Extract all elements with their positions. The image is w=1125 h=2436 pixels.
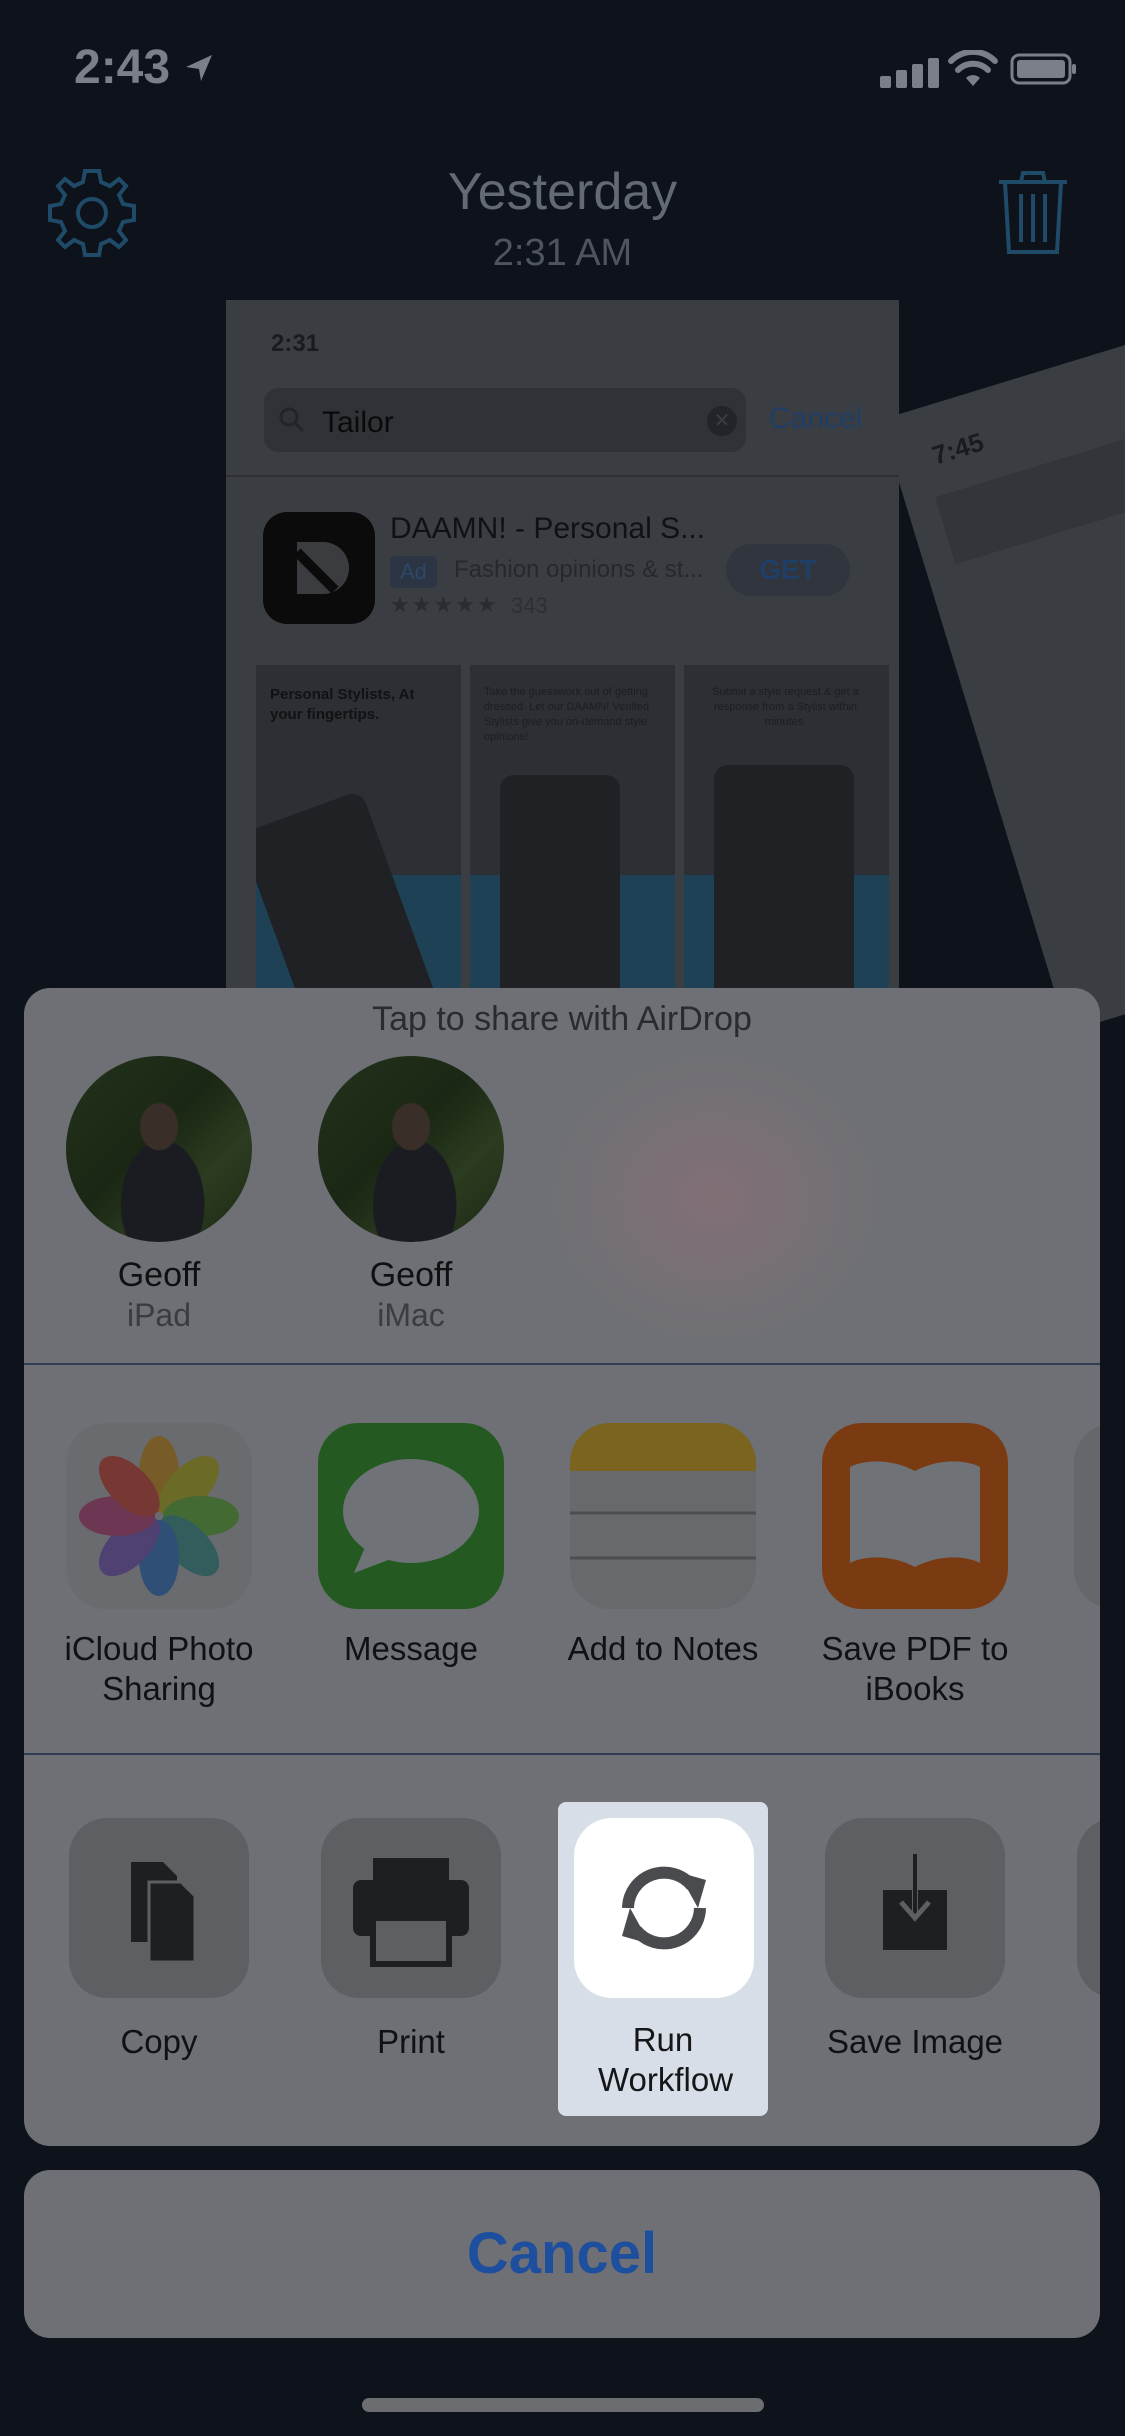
screenshot-search-field: Tailor ✕ <box>264 388 746 452</box>
share-app-add-to-notes[interactable]: Add to Notes <box>548 1423 778 1669</box>
action-label: to <box>1052 2062 1100 2102</box>
battery-icon <box>1010 53 1076 85</box>
screenshot-cancel: Cancel <box>769 402 863 435</box>
action-copy[interactable]: Copy <box>44 1818 274 2062</box>
sheet-glow <box>544 1048 884 1348</box>
screenshot-app-name: DAAMN! - Personal S... <box>390 512 706 545</box>
share-sheet: Tap to share with AirDrop Geoff iPad Geo… <box>24 988 1100 2146</box>
contact-device: iMac <box>377 1297 445 1333</box>
promo-3-phone <box>714 765 854 1020</box>
workflow-icon <box>622 1866 706 1950</box>
screenshot-divider <box>226 475 899 477</box>
header-subtitle: 2:31 AM <box>492 232 633 274</box>
promo-2-text: Take the guesswork out of getting dresse… <box>484 686 650 743</box>
rating-count: 343 <box>511 593 548 618</box>
save-image-icon <box>825 1818 1005 1998</box>
share-app-save-pdf-to-ibooks[interactable]: Save PDF to iBooks <box>800 1423 1030 1709</box>
wifi-icon <box>948 50 998 86</box>
status-time: 2:43 <box>74 41 171 94</box>
promo-screenshot-1: Personal Stylists, At your fingertips. <box>256 665 461 1020</box>
share-app-label: Save PDF to iBooks <box>821 1630 1009 1707</box>
contact-name: Geoff <box>117 1256 201 1294</box>
avatar <box>318 1056 504 1242</box>
share-app-label: iCloud Photo Sharing <box>64 1630 254 1707</box>
ad-badge: Ad <box>390 556 437 588</box>
ibooks-icon <box>822 1423 1008 1609</box>
rating-stars: ★★★★★ <box>390 592 499 617</box>
header-title: Yesterday <box>447 163 678 221</box>
screenshot-search-text: Tailor <box>322 406 394 439</box>
action-label: Copy <box>120 2023 198 2060</box>
home-indicator[interactable] <box>362 2398 764 2412</box>
action-run-workflow[interactable] <box>574 1818 754 1998</box>
share-app-icloud-photo-sharing[interactable]: iCloud Photo Sharing <box>44 1423 274 1709</box>
secondary-screenshot-preview: 7:45 <box>880 332 1125 1033</box>
section-divider <box>24 1363 1100 1365</box>
promo-1-text: Personal Stylists, At your fingertips. <box>270 686 415 723</box>
action-save-image[interactable]: Save Image <box>800 1818 1030 2062</box>
screenshot-time: 2:31 <box>271 330 320 357</box>
action-label: Run Workflow <box>598 2021 734 2098</box>
action-partial[interactable]: to <box>1052 1818 1100 2102</box>
screenshot-app-subtitle: Fashion opinions & st... <box>454 556 704 583</box>
search-icon <box>279 407 305 433</box>
promo-3-text: Submit a style request & get a response … <box>712 686 859 728</box>
share-app-label: Message <box>344 1630 478 1667</box>
contact-device: iPad <box>126 1297 192 1333</box>
get-button: GET <box>726 544 850 596</box>
contact-name: Geoff <box>369 1256 453 1294</box>
share-app-label: Add to Notes <box>567 1630 759 1667</box>
airdrop-title: Tap to share with AirDrop <box>372 1000 752 1038</box>
print-icon <box>321 1818 501 1998</box>
section-divider <box>24 1753 1100 1755</box>
clear-icon: ✕ <box>707 406 737 436</box>
action-label: Save Image <box>826 2023 1004 2060</box>
promo-2-phone <box>500 775 620 1020</box>
airdrop-contact-ipad[interactable]: Geoff iPad <box>59 1056 259 1334</box>
location-arrow-icon <box>186 55 212 81</box>
action-label: Print <box>377 2023 445 2060</box>
trash-icon[interactable] <box>995 168 1071 256</box>
action-print[interactable]: Print <box>296 1818 526 2062</box>
share-app-label: In <box>1052 1629 1100 1669</box>
share-app-message[interactable]: Message <box>296 1423 526 1669</box>
promo-screenshot-3: Submit a style request & get a response … <box>684 665 889 1020</box>
messages-icon <box>318 1423 504 1609</box>
cancel-button[interactable]: Cancel <box>24 2170 1100 2338</box>
cellular-signal-icon <box>880 58 940 88</box>
avatar <box>66 1056 252 1242</box>
photos-icon <box>66 1423 252 1609</box>
secondary-screenshot-time: 7:45 <box>928 426 988 471</box>
promo-screenshot-2: Take the guesswork out of getting dresse… <box>470 665 675 1020</box>
partial-action-icon <box>1077 1818 1100 1998</box>
copy-icon <box>69 1818 249 1998</box>
screenshot-preview[interactable]: 2:31 Tailor ✕ Cancel DAAMN! - Personal S… <box>226 300 899 1020</box>
airdrop-contact-imac[interactable]: Geoff iMac <box>311 1056 511 1334</box>
notes-icon <box>570 1423 756 1609</box>
daamn-app-icon <box>263 512 375 624</box>
share-app-partial[interactable]: In <box>1052 1423 1100 1669</box>
partial-app-icon <box>1074 1423 1100 1609</box>
